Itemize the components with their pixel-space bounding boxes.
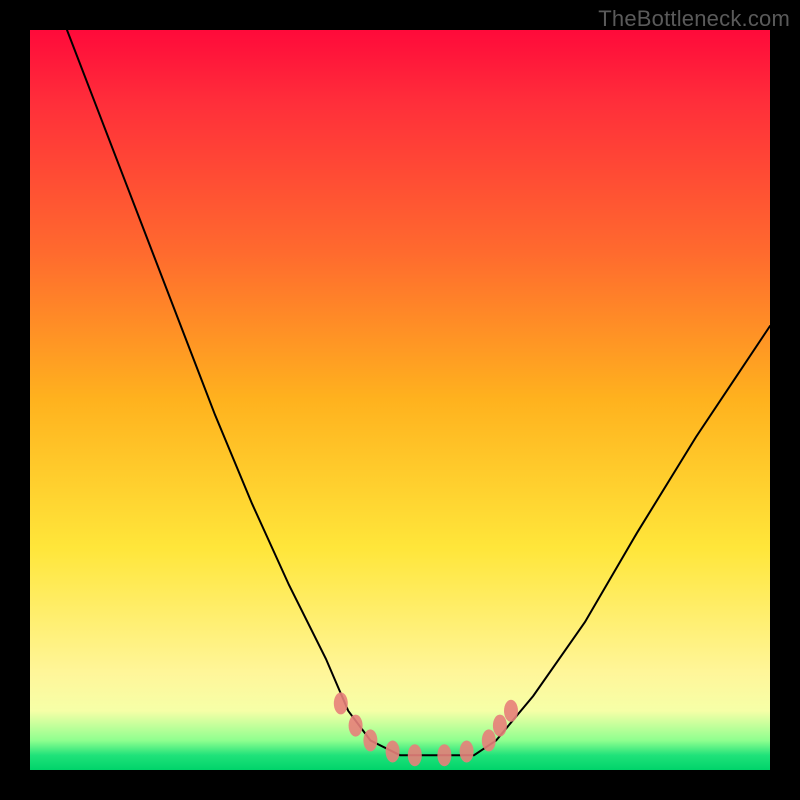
curve-marker [460, 741, 474, 763]
bottleneck-curve [67, 30, 770, 755]
chart-frame: TheBottleneck.com [0, 0, 800, 800]
curve-marker [334, 692, 348, 714]
curve-marker [349, 715, 363, 737]
curve-marker [386, 741, 400, 763]
curve-layer [30, 30, 770, 770]
curve-marker [504, 700, 518, 722]
curve-marker [363, 729, 377, 751]
curve-marker [493, 715, 507, 737]
curve-marker [482, 729, 496, 751]
watermark-text: TheBottleneck.com [598, 6, 790, 32]
plot-area [30, 30, 770, 770]
curve-marker [437, 744, 451, 766]
curve-marker [408, 744, 422, 766]
